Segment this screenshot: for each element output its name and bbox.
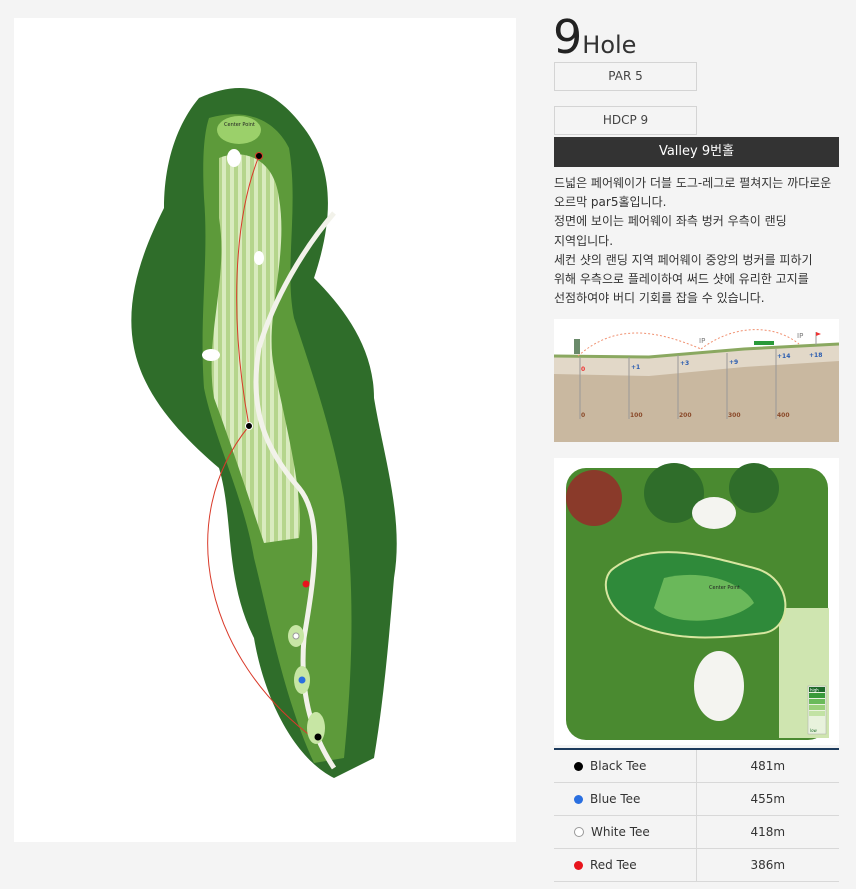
svg-text:high: high bbox=[810, 688, 819, 693]
marker-black-tee bbox=[314, 733, 322, 741]
dist-label: 100 bbox=[630, 412, 643, 419]
green bbox=[217, 116, 261, 144]
hdcp-box: HDCP 9 bbox=[554, 106, 697, 135]
elevation-profile: IP IP 0 +1 +3 +9 +14 +18 0 100 200 300 4… bbox=[553, 319, 840, 442]
hole-map: Center Point bbox=[14, 18, 516, 842]
hole-label: Hole bbox=[582, 31, 637, 59]
elev-label: +14 bbox=[777, 353, 790, 360]
svg-text:Center Point: Center Point bbox=[709, 585, 740, 591]
marker-red-tee bbox=[302, 580, 310, 588]
elev-label: +18 bbox=[809, 352, 822, 359]
dist-label: 0 bbox=[581, 412, 585, 419]
marker-white-tee bbox=[292, 632, 300, 640]
green-detail: Center Point high low bbox=[554, 458, 839, 745]
blue-tee-dot-icon bbox=[574, 795, 583, 804]
dist-label: 400 bbox=[777, 412, 790, 419]
hole-description: 드넓은 페어웨이가 더블 도그-레그로 펼쳐지는 까다로운 오르막 par5홀입… bbox=[554, 176, 832, 306]
white-tee-dot-icon bbox=[574, 827, 584, 837]
dist-label: 200 bbox=[679, 412, 692, 419]
elev-label: +9 bbox=[729, 359, 738, 366]
elev-label: +3 bbox=[680, 360, 689, 367]
svg-text:IP: IP bbox=[699, 337, 705, 345]
landing-point-2 bbox=[255, 152, 263, 160]
table-row: Black Tee 481m bbox=[554, 749, 839, 783]
hole-number: 9 bbox=[553, 10, 582, 64]
elev-label: 0 bbox=[581, 366, 585, 373]
course-name-bar: Valley 9번홀 bbox=[554, 137, 839, 167]
table-row: White Tee 418m bbox=[554, 815, 839, 849]
table-row: Blue Tee 455m bbox=[554, 782, 839, 816]
svg-text:IP: IP bbox=[797, 332, 803, 340]
svg-text:Center Point: Center Point bbox=[224, 122, 255, 128]
tee-distance-table: Black Tee 481m Blue Tee 455m White Tee 4… bbox=[554, 748, 839, 882]
hole-title: 9 Hole bbox=[553, 10, 636, 60]
marker-blue-tee bbox=[298, 676, 306, 684]
par-box: PAR 5 bbox=[554, 62, 697, 91]
red-tee-dot-icon bbox=[574, 861, 583, 870]
landing-point-1 bbox=[245, 422, 253, 430]
svg-text:low: low bbox=[810, 728, 818, 733]
dist-label: 300 bbox=[728, 412, 741, 419]
black-tee-dot-icon bbox=[574, 762, 583, 771]
hole-map-illustration: Center Point bbox=[131, 88, 397, 778]
elev-label: +1 bbox=[631, 364, 640, 371]
table-row: Red Tee 386m bbox=[554, 848, 839, 882]
